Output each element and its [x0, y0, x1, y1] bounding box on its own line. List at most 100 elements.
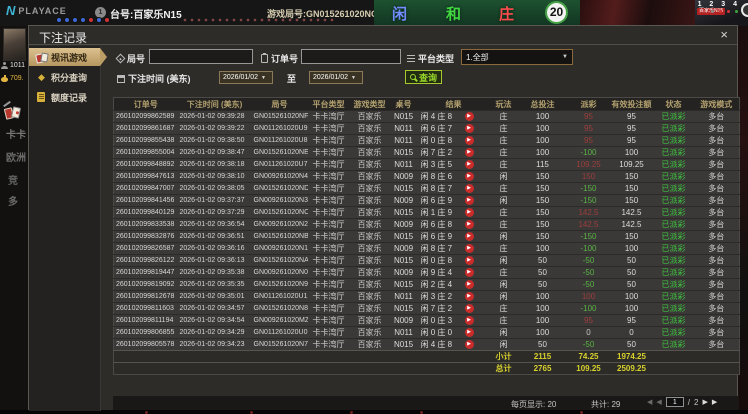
- replay-icon[interactable]: ▶: [464, 268, 474, 277]
- table-row[interactable]: 260102099840129 2026-01-02 09:37:29 GN01…: [113, 206, 740, 219]
- replay-icon[interactable]: ▶: [464, 316, 474, 325]
- bet-records-table: 订单号 下注时间 (美东) 局号 平台类型 游戏类型 桌号 结果 玩法 总投注 派彩 有效投注额 状态…: [113, 97, 740, 375]
- bet-banker-button[interactable]: 庄: [499, 3, 514, 24]
- replay-icon[interactable]: ▶: [464, 220, 474, 229]
- bet-tie-button[interactable]: 和: [446, 3, 461, 24]
- table-row[interactable]: 260102099811603 2026-01-02 09:34:57 GN01…: [113, 302, 740, 315]
- lobby-item-kaka[interactable]: 卡卡: [6, 126, 26, 141]
- table-row[interactable]: 260102099847007 2026-01-02 09:38:05 GN01…: [113, 182, 740, 195]
- replay-icon[interactable]: ▶: [464, 172, 474, 181]
- replay-icon[interactable]: ▶: [464, 256, 474, 265]
- replay-icon[interactable]: ▶: [464, 196, 474, 205]
- platform-select[interactable]: 1.全部 ▼: [461, 49, 573, 65]
- platform-cell: 卡卡湾厅: [307, 278, 350, 291]
- prev-page-icon[interactable]: ◀: [656, 398, 661, 406]
- sidebar-item-quota-records[interactable]: 额度记录: [29, 88, 100, 106]
- table-row[interactable]: 260102099848892 2026-01-02 09:38:18 GN01…: [113, 158, 740, 171]
- edit-row: [3, 92, 23, 108]
- table-row[interactable]: 260102099806855 2026-01-02 09:34:29 GN01…: [113, 326, 740, 339]
- table-row[interactable]: 260102099819092 2026-01-02 09:35:35 GN01…: [113, 278, 740, 291]
- search-button[interactable]: 查询: [405, 70, 443, 84]
- replay-icon[interactable]: ▶: [464, 184, 474, 193]
- table-row[interactable]: 260102099841456 2026-01-02 09:37:37 GN00…: [113, 194, 740, 207]
- first-page-icon[interactable]: ◀: [647, 398, 652, 406]
- next-page-icon[interactable]: ▶: [702, 398, 707, 406]
- close-icon[interactable]: ×: [720, 28, 728, 42]
- round-number-cell: GN015261020NB: [251, 230, 308, 243]
- replay-icon[interactable]: ▶: [464, 148, 474, 157]
- bet-player-button[interactable]: 闲: [392, 3, 407, 24]
- game-mode-cell: 多台: [693, 326, 740, 339]
- table-row[interactable]: 260102099811194 2026-01-02 09:34:54 GN00…: [113, 314, 740, 327]
- last-page-icon[interactable]: ▶: [712, 398, 717, 406]
- round-number-cell: GN011261020U1: [251, 290, 308, 303]
- result-text: 闲 1 庄 9: [420, 208, 453, 217]
- table-row[interactable]: 260102099832876 2026-01-02 09:36:51 GN01…: [113, 230, 740, 243]
- replay-icon[interactable]: ▶: [464, 280, 474, 289]
- table-row[interactable]: 260102099805578 2026-01-02 09:34:23 GN01…: [113, 338, 740, 351]
- table-row[interactable]: 260102099861687 2026-01-02 09:39:22 GN01…: [113, 122, 740, 135]
- table-row[interactable]: 260102099833538 2026-01-02 09:36:54 GN00…: [113, 218, 740, 231]
- replay-icon[interactable]: ▶: [464, 244, 474, 253]
- roadmap-bead: [56, 17, 62, 23]
- result-cell: 闲 3 庄 5 ▶: [417, 158, 490, 171]
- balance-row: 709.: [1, 75, 24, 82]
- money-bag-icon: [1, 75, 8, 82]
- replay-icon[interactable]: ▶: [464, 292, 474, 301]
- table-row[interactable]: 260102099855438 2026-01-02 09:38:50 GN01…: [113, 134, 740, 147]
- replay-icon[interactable]: ▶: [464, 136, 474, 145]
- lobby-item-jing[interactable]: 竞: [8, 172, 18, 187]
- table-row[interactable]: 260102099826587 2026-01-02 09:36:16 GN00…: [113, 242, 740, 255]
- table-row[interactable]: 260102099826122 2026-01-02 09:36:13 GN01…: [113, 254, 740, 267]
- round-number-input[interactable]: [149, 49, 253, 64]
- replay-icon[interactable]: ▶: [464, 112, 474, 121]
- game-mode-cell: 多台: [693, 338, 740, 351]
- date-from-picker[interactable]: 2026/01/02 ▼: [219, 71, 273, 84]
- replay-icon[interactable]: ▶: [464, 340, 474, 349]
- table-row[interactable]: 260102099862589 2026-01-02 09:39:28 GN01…: [113, 110, 740, 123]
- payout-cell: -50: [567, 254, 610, 267]
- replay-icon[interactable]: ▶: [464, 160, 474, 169]
- payout-cell: -50: [567, 266, 610, 279]
- sidebar-item-video-games[interactable]: 视讯游戏: [29, 48, 107, 66]
- valid-bet-cell: 95: [609, 110, 654, 123]
- result-text: 闲 0 庄 8: [420, 256, 453, 265]
- status-cell: 已派彩: [653, 326, 694, 339]
- result-text: 闲 6 庄 9: [420, 196, 453, 205]
- order-number-input[interactable]: [301, 49, 401, 64]
- lobby-item-duo[interactable]: 多: [8, 193, 18, 208]
- sidebar-item-points-query[interactable]: ◆ 积分查询: [29, 68, 100, 86]
- round-number-cell: GN015261020N9: [251, 278, 308, 291]
- order-number-cell: 260102099819092: [113, 278, 178, 291]
- round-number-cell: GN015261020N8: [251, 302, 308, 315]
- valid-bet-cell: 150: [609, 194, 654, 207]
- replay-icon[interactable]: ▶: [464, 328, 474, 337]
- date-to-picker[interactable]: 2026/01/02 ▼: [309, 71, 363, 84]
- valid-bet-cell: 50: [609, 278, 654, 291]
- table-number-cell: N009: [389, 170, 418, 183]
- replay-icon[interactable]: ▶: [464, 124, 474, 133]
- total-bet-cell: 100: [517, 314, 568, 327]
- subtotal-label: 小计: [489, 350, 518, 363]
- payout-cell: 109.25: [567, 158, 610, 171]
- play-type-cell: 庄: [489, 266, 518, 279]
- result-cell: 闲 3 庄 2 ▶: [417, 290, 490, 303]
- points-value: 1011: [10, 62, 26, 69]
- table-number-cell: N015: [389, 278, 418, 291]
- game-type-cell: 百家乐: [349, 194, 390, 207]
- round-number-cell: GN015261020NF: [251, 110, 308, 123]
- seat-dot: [735, 10, 738, 13]
- table-row[interactable]: 260102099847613 2026-01-02 09:38:10 GN00…: [113, 170, 740, 183]
- replay-icon[interactable]: ▶: [464, 232, 474, 241]
- replay-icon[interactable]: ▶: [464, 208, 474, 217]
- replay-icon[interactable]: ▶: [464, 304, 474, 313]
- table-row[interactable]: 260102099855004 2026-01-02 09:38:47 GN01…: [113, 146, 740, 159]
- lobby-item-europe[interactable]: 欧洲: [6, 149, 26, 164]
- game-mode-cell: 多台: [693, 254, 740, 267]
- status-cell: 已派彩: [653, 338, 694, 351]
- order-number-cell: 260102099806855: [113, 326, 178, 339]
- status-cell: 已派彩: [653, 242, 694, 255]
- table-row[interactable]: 260102099812678 2026-01-02 09:35:01 GN01…: [113, 290, 740, 303]
- table-row[interactable]: 260102099819447 2026-01-02 09:35:38 GN00…: [113, 266, 740, 279]
- page-number-input[interactable]: [665, 397, 684, 407]
